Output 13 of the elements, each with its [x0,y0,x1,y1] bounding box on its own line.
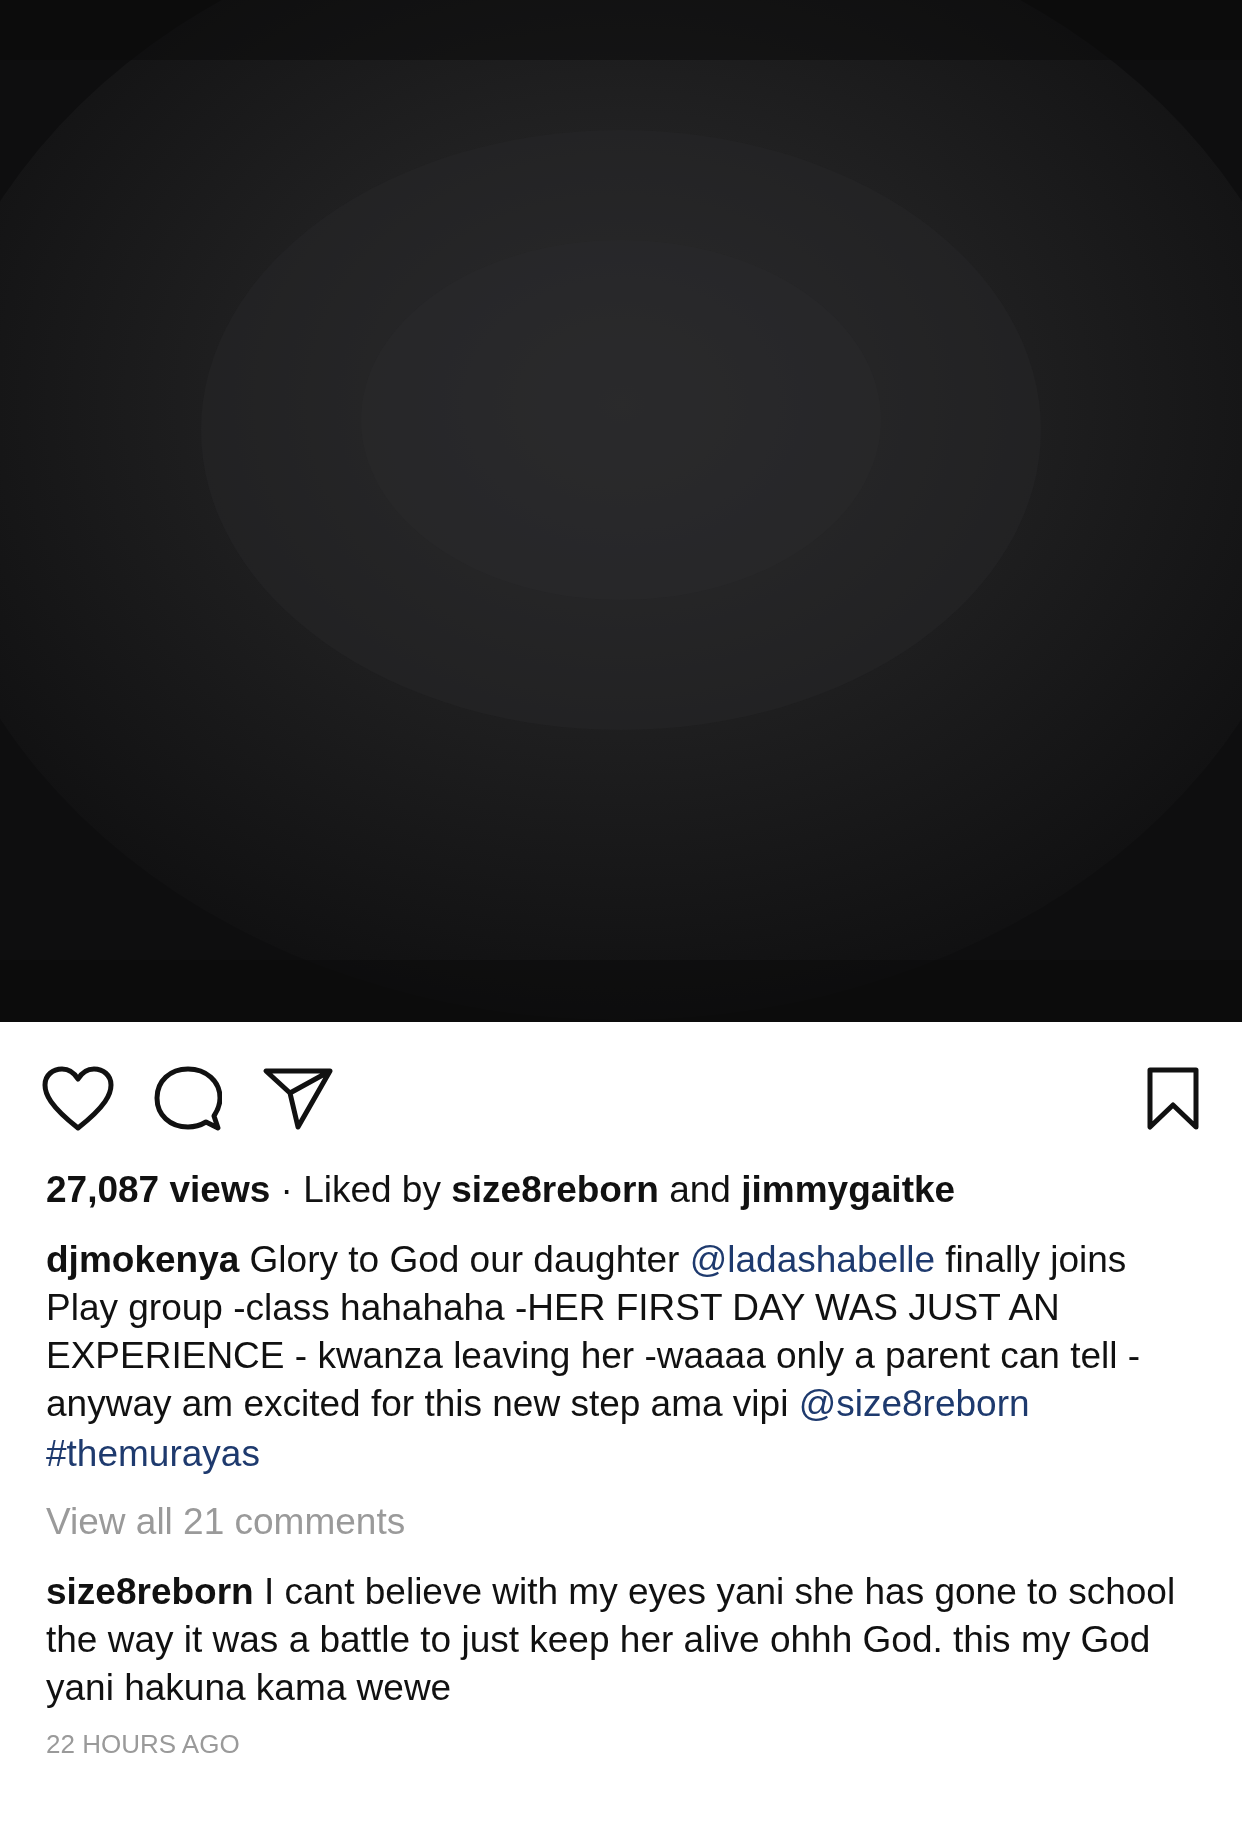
caption-text: djmokenya Glory to God our daughter @ladashabelle finally joins Play group -class hahahaha -HER FIRST DAY WAS JUST AN EXPERIENCE - kwanza leaving her -waaaa only a parent can tell - anyway am excited for this new step ama vipi @size8reborn [46,1238,1142,1426]
username-link[interactable]: djmokenya [46,1239,240,1280]
mention-link[interactable]: @size8reborn [798,1383,1030,1424]
mention-link[interactable]: @ladashabelle [689,1239,936,1280]
hashtag-link[interactable]: #themurayas [46,1433,260,1474]
timestamp: 22 HOURS AGO [46,1729,240,1759]
likes-text: 27,087 views · Liked by size8reborn and jimmygaitke [46,1168,957,1212]
comment-text: size8reborn I cant believe with my eyes yani she has gone to school the way it was a battle to just keep her alive ohhh God. this my God yani hakuna kama wewe [46,1570,1177,1710]
username-link[interactable]: size8reborn [46,1571,254,1612]
comment-icon[interactable] [154,1066,222,1132]
bookmark-icon[interactable] [1146,1067,1200,1131]
share-icon[interactable] [262,1067,334,1131]
heart-icon[interactable] [42,1066,114,1132]
